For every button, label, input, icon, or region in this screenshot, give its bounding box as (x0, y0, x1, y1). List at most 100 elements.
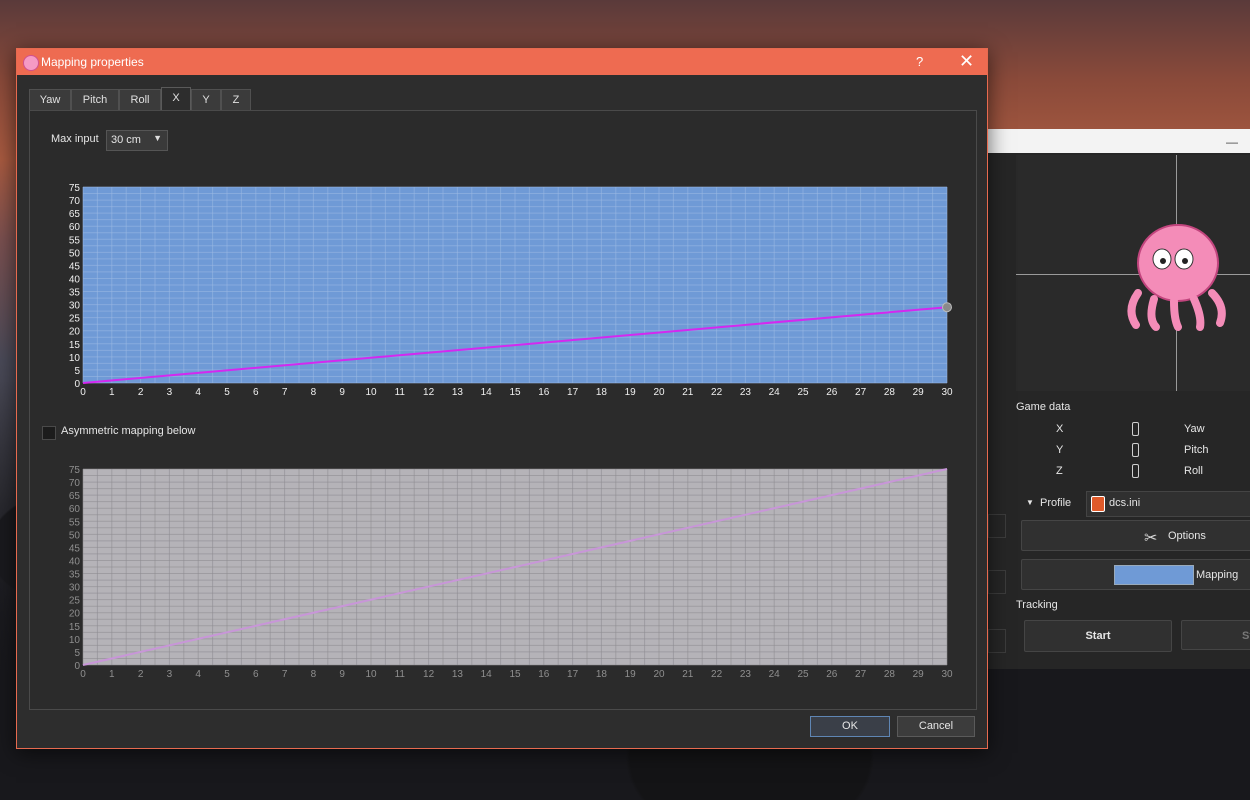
y-tick-label: 30 (69, 583, 81, 594)
y-tick-label: 20 (69, 609, 81, 620)
octopus-mascot-icon (1127, 224, 1226, 331)
close-button[interactable]: ✕ (959, 51, 974, 72)
y-tick-label: 5 (74, 366, 80, 377)
asymmetric-checkbox[interactable] (42, 426, 56, 440)
start-button[interactable]: Start (1024, 620, 1172, 652)
x-tick-label: 19 (625, 669, 637, 680)
mapping-chart-icon (1114, 565, 1194, 585)
y-tick-label: 10 (69, 353, 81, 364)
asymmetric-curve-chart: 0 1 2 3 4 5 6 7 8 9 10 11 12 13 14 15 16 17 18 19 20 21 22 23 24… (69, 465, 953, 680)
x-tick-label: 5 (224, 387, 230, 398)
y-tick-label: 50 (69, 248, 81, 259)
app-octopus-icon (23, 55, 39, 71)
cancel-button[interactable]: Cancel (897, 716, 975, 737)
x-tick-label: 10 (365, 387, 377, 398)
x-tick-label: 2 (138, 387, 144, 398)
mapping-curve-chart[interactable]: 0 1 2 3 4 5 6 7 8 9 10 11 12 13 14 15 16 17 18 19 20 21 22 23 24… (30, 171, 976, 401)
axis-label: Y (1056, 444, 1064, 456)
y-tick-label: 0 (74, 661, 80, 672)
tab-z[interactable]: Z (221, 89, 251, 110)
x-tick-label: 22 (711, 387, 723, 398)
mapping-button[interactable]: Mapping (1021, 559, 1250, 590)
y-tick-label: 5 (74, 648, 80, 659)
ok-button[interactable]: OK (810, 716, 890, 737)
x-tick-label: 23 (740, 387, 752, 398)
x-tick-label: 6 (253, 669, 259, 680)
x-tick-label: 17 (567, 669, 579, 680)
x-tick-label: 3 (167, 387, 173, 398)
x-tick-label: 12 (423, 387, 435, 398)
y-tick-label: 40 (69, 556, 81, 567)
game-data-row-y: Y Pitch (1018, 443, 1250, 464)
x-tick-label: 20 (653, 669, 665, 680)
tab-y[interactable]: Y (191, 89, 221, 110)
profile-value: dcs.ini (1109, 497, 1141, 509)
tracking-label: Tracking (1016, 599, 1058, 611)
x-tick-label: 29 (913, 669, 925, 680)
y-tick-label: 35 (69, 288, 81, 299)
x-tick-label: 30 (941, 387, 953, 398)
x-tick-label: 7 (282, 669, 288, 680)
mapping-label: Mapping (1196, 569, 1239, 581)
x-tick-label: 15 (509, 669, 521, 680)
x-tick-label: 19 (625, 387, 637, 398)
y-tick-label: 35 (69, 570, 81, 581)
x-tick-label: 18 (596, 669, 608, 680)
x-tick-label: 9 (339, 387, 345, 398)
x-tick-label: 8 (311, 669, 317, 680)
x-tick-label: 26 (826, 387, 838, 398)
game-data-row-x: X Yaw (1018, 422, 1250, 443)
x-tick-label: 9 (339, 669, 345, 680)
y-tick-label: 15 (69, 622, 81, 633)
asymmetric-label: Asymmetric mapping below (61, 425, 196, 437)
collapse-arrow-icon[interactable]: ▼ (1026, 498, 1034, 507)
y-tick-label: 75 (69, 465, 81, 476)
x-tick-label: 27 (855, 669, 867, 680)
stop-button[interactable]: St (1181, 620, 1250, 650)
y-tick-label: 65 (69, 491, 81, 502)
options-button[interactable]: ✂ Options (1021, 520, 1250, 551)
y-tick-label: 75 (69, 183, 81, 194)
x-tick-label: 24 (769, 669, 781, 680)
profile-select[interactable]: dcs.ini (1086, 491, 1250, 517)
y-tick-label: 25 (69, 596, 81, 607)
x-tick-label: 6 (253, 387, 259, 398)
ini-file-icon (1091, 496, 1105, 512)
y-tick-label: 15 (69, 340, 81, 351)
y-tick-label: 45 (69, 543, 81, 554)
y-tick-label: 30 (69, 301, 81, 312)
x-tick-label: 10 (365, 669, 377, 680)
x-tick-label: 17 (567, 387, 579, 398)
x-tick-label: 14 (481, 669, 493, 680)
y-tick-label: 55 (69, 517, 81, 528)
tab-pitch[interactable]: Pitch (71, 89, 119, 110)
main-window: — Game data X Yaw Y Pitch Z Roll ▼ Profi… (988, 129, 1250, 669)
minimize-button[interactable]: — (1226, 135, 1238, 149)
x-tick-label: 15 (509, 387, 521, 398)
curve-control-point[interactable] (942, 302, 952, 313)
x-tick-label: 23 (740, 669, 752, 680)
side-panel-frame (988, 629, 1006, 653)
game-data-label: Game data (1016, 401, 1071, 413)
main-window-titlebar: — (988, 129, 1250, 153)
axis-label: X (1056, 423, 1064, 435)
x-tick-label: 28 (884, 387, 896, 398)
mapping-properties-dialog: Mapping properties ? ✕ Yaw Pitch Roll X … (16, 48, 988, 749)
help-button[interactable]: ? (916, 54, 923, 69)
y-tick-label: 40 (69, 274, 81, 285)
tab-roll[interactable]: Roll (119, 89, 161, 110)
tab-x[interactable]: X (161, 87, 191, 111)
y-tick-label: 55 (69, 235, 81, 246)
side-panel-frame (988, 570, 1006, 594)
max-input-label: Max input (51, 133, 99, 145)
y-tick-label: 60 (69, 222, 81, 233)
mapping-panel: Max input 30 cm ▼ 0 1 2 3 4 5 6 7 8 9 10 11 12 13 14 15… (29, 110, 977, 710)
tab-yaw[interactable]: Yaw (29, 89, 71, 110)
options-label: Options (1168, 530, 1206, 542)
max-input-select[interactable]: 30 cm ▼ (106, 130, 168, 151)
x-tick-label: 8 (311, 387, 317, 398)
x-tick-label: 27 (855, 387, 867, 398)
x-tick-label: 29 (913, 387, 925, 398)
x-tick-label: 21 (682, 669, 694, 680)
y-tick-label: 70 (69, 196, 81, 207)
